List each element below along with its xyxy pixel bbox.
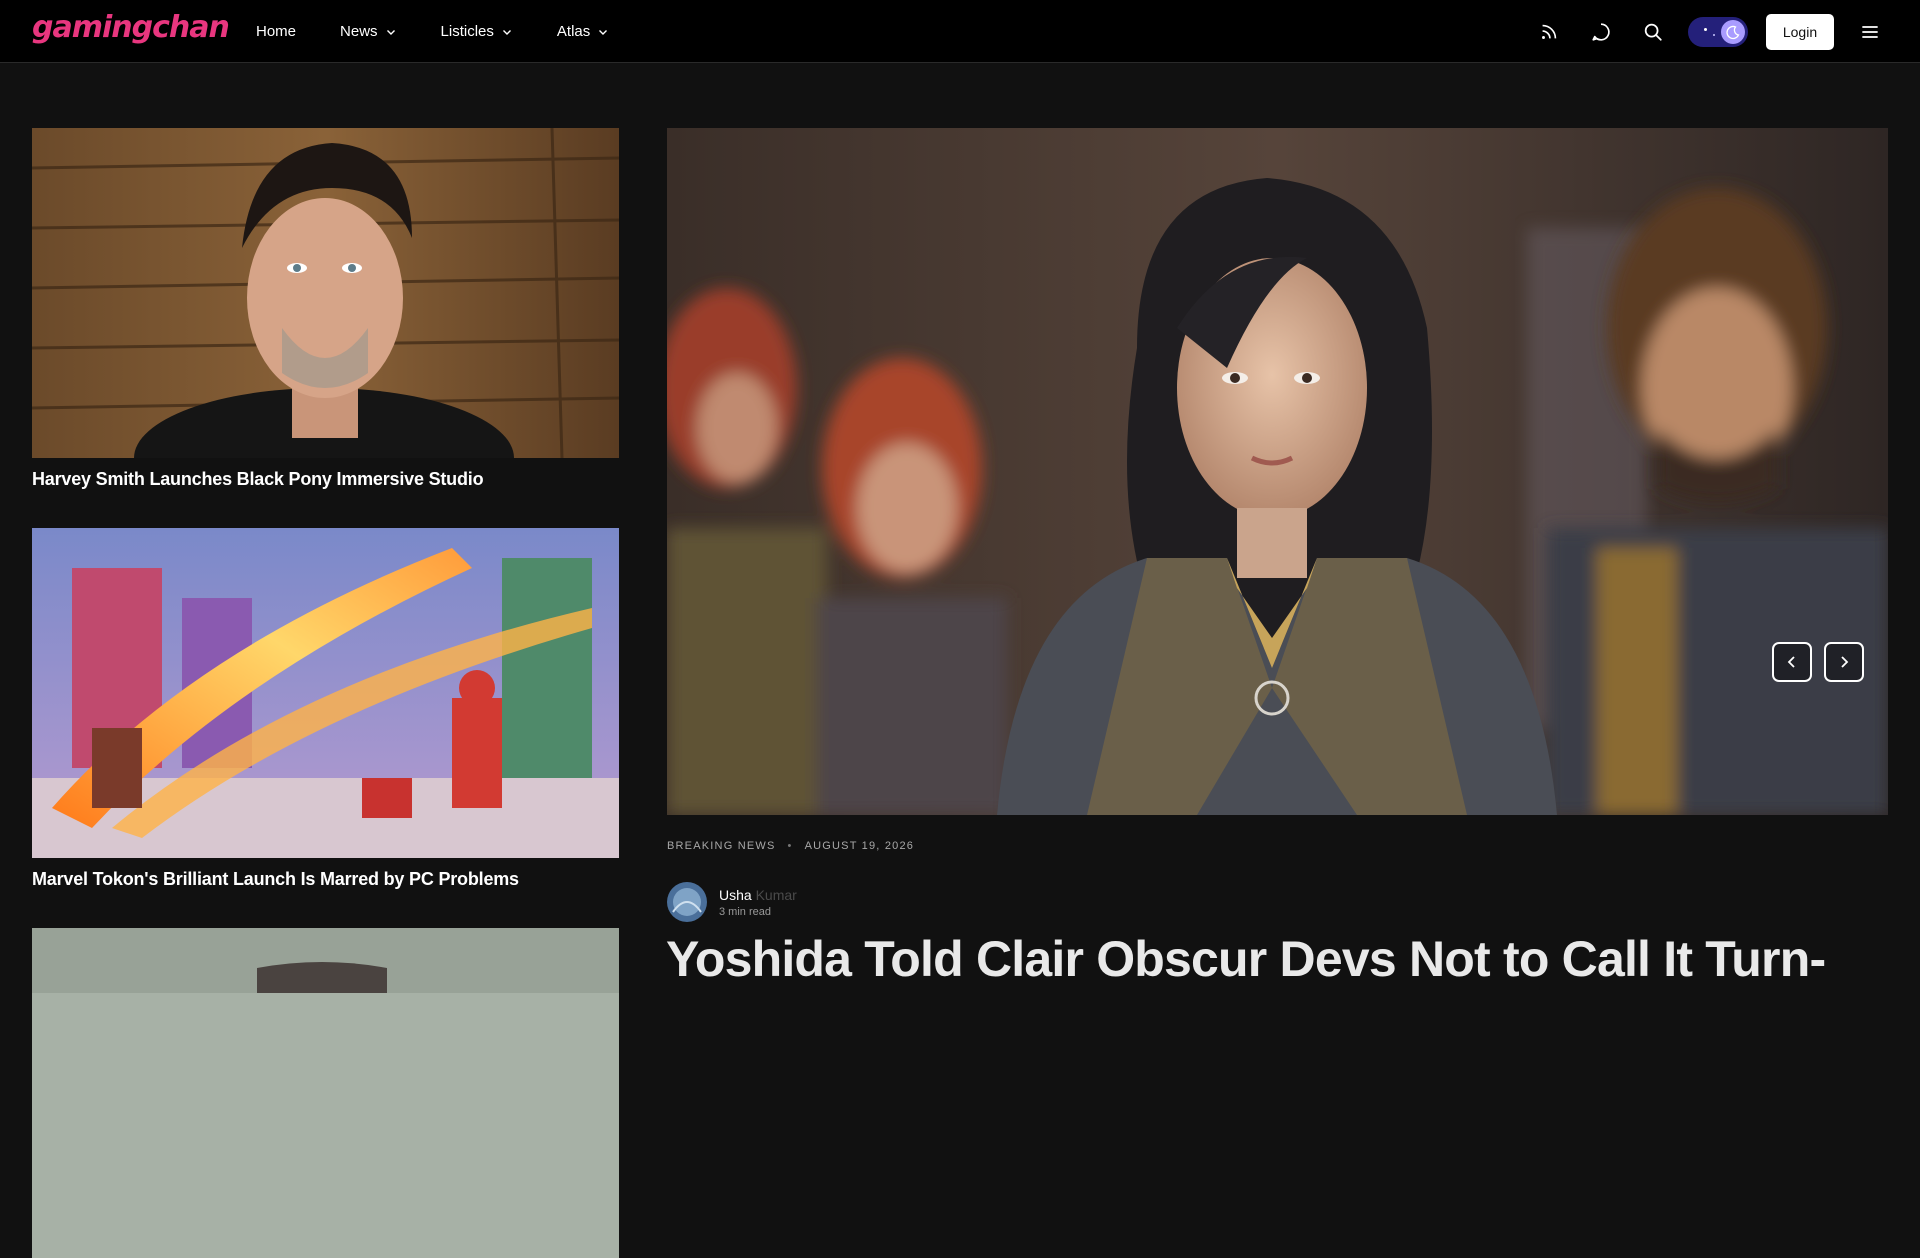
article-card[interactable]: Marvel Tokon's Brilliant Launch Is Marre… bbox=[32, 528, 619, 890]
nav-item-label: Listicles bbox=[440, 23, 494, 40]
meta-separator: • bbox=[787, 840, 793, 852]
article-thumbnail[interactable] bbox=[32, 928, 619, 1258]
main-nav: Home News Listicles Atlas bbox=[256, 0, 653, 63]
article-card[interactable]: Harvey Smith Launches Black Pony Immersi… bbox=[32, 128, 619, 490]
login-button[interactable]: Login bbox=[1766, 13, 1834, 50]
author-block: Usha Kumar 3 min read bbox=[667, 882, 797, 922]
chat-icon[interactable] bbox=[1590, 21, 1612, 43]
search-icon[interactable] bbox=[1642, 21, 1664, 43]
hero-title[interactable]: Yoshida Told Clair Obscur Devs Not to Ca… bbox=[666, 930, 1896, 988]
star-icon bbox=[1704, 27, 1707, 31]
nav-item-home[interactable]: Home bbox=[256, 23, 296, 40]
hero-image[interactable] bbox=[667, 128, 1888, 815]
read-time: 3 min read bbox=[719, 905, 771, 918]
article-thumbnail[interactable] bbox=[32, 528, 619, 858]
hamburger-menu-icon[interactable] bbox=[1860, 22, 1880, 42]
chevron-down-icon bbox=[386, 29, 395, 35]
author-name[interactable]: Usha Kumar bbox=[719, 887, 797, 903]
site-header: gamingchan Home News Listicles Atlas Log… bbox=[0, 0, 1920, 63]
publish-date: AUGUST 19, 2026 bbox=[804, 840, 915, 852]
site-logo[interactable]: gamingchan bbox=[32, 10, 230, 45]
author-info: Usha Kumar 3 min read bbox=[719, 887, 797, 918]
slider-next-button[interactable] bbox=[1824, 642, 1864, 682]
nav-item-news[interactable]: News bbox=[340, 23, 397, 40]
moon-icon bbox=[1721, 19, 1745, 44]
article-card[interactable] bbox=[32, 928, 619, 1258]
author-first-name: Usha bbox=[719, 886, 752, 903]
nav-item-label: News bbox=[340, 23, 378, 40]
chevron-right-icon bbox=[1841, 656, 1849, 668]
avatar[interactable] bbox=[667, 882, 707, 922]
author-last-name: Kumar bbox=[755, 886, 797, 903]
chevron-left-icon bbox=[1787, 656, 1795, 668]
star-icon bbox=[1713, 33, 1715, 36]
header-actions: Login bbox=[1508, 0, 1880, 63]
article-title[interactable]: Marvel Tokon's Brilliant Launch Is Marre… bbox=[32, 869, 619, 890]
nav-item-label: Atlas bbox=[556, 23, 591, 40]
slider-prev-button[interactable] bbox=[1772, 642, 1812, 682]
hero-meta: BREAKING NEWS • AUGUST 19, 2026 bbox=[667, 840, 914, 852]
article-thumbnail[interactable] bbox=[32, 128, 619, 458]
chevron-down-icon bbox=[502, 29, 511, 35]
nav-item-atlas[interactable]: Atlas bbox=[557, 23, 609, 40]
nav-item-listicles[interactable]: Listicles bbox=[441, 23, 513, 40]
theme-toggle[interactable] bbox=[1688, 16, 1748, 47]
article-title[interactable]: Harvey Smith Launches Black Pony Immersi… bbox=[32, 469, 619, 490]
chevron-down-icon bbox=[599, 29, 608, 35]
nav-item-label: Home bbox=[256, 23, 297, 40]
category-label[interactable]: BREAKING NEWS bbox=[667, 840, 776, 852]
rss-icon[interactable] bbox=[1538, 21, 1560, 43]
